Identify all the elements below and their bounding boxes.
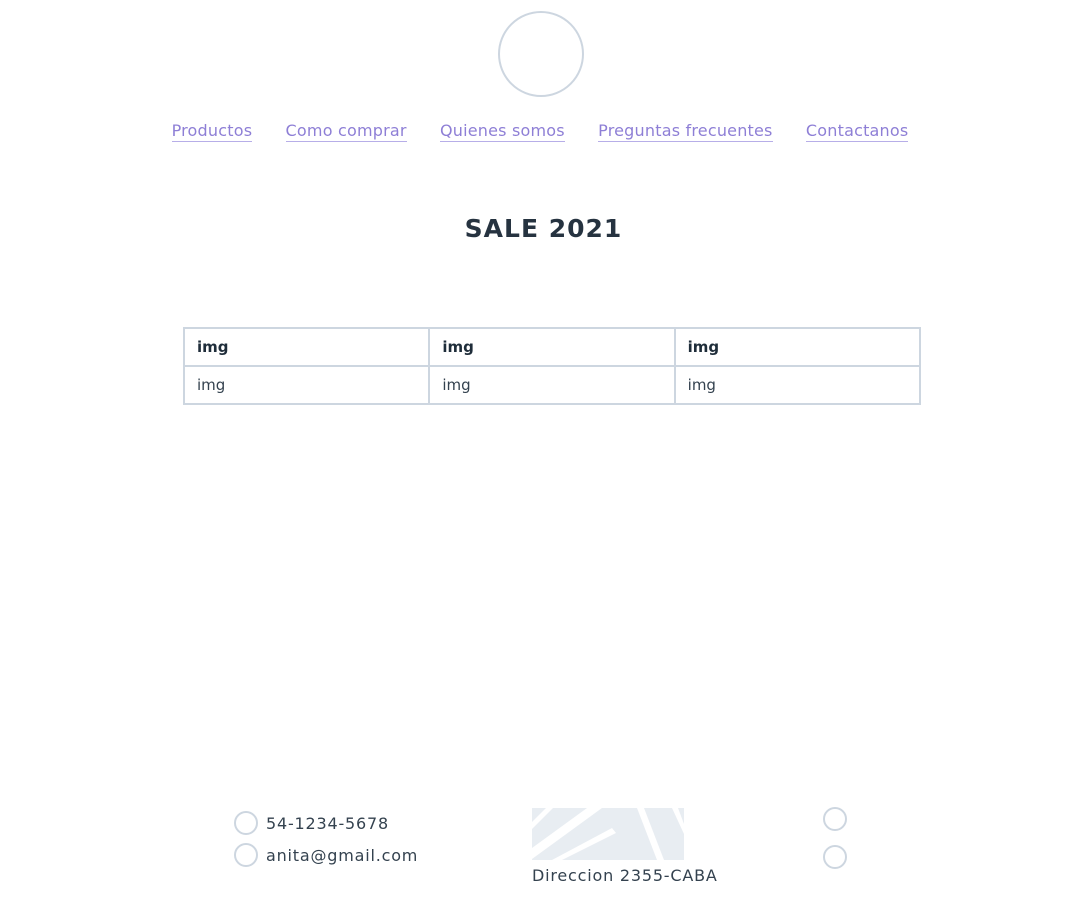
table-header-cell: img	[673, 327, 922, 367]
location-block: Direccion 2355-CABA	[532, 808, 718, 885]
social-icon[interactable]	[823, 807, 847, 831]
social-links	[823, 807, 847, 883]
table-header-row: img img img	[182, 327, 922, 367]
nav-link-productos[interactable]: Productos	[171, 121, 253, 142]
nav-link-preguntas-frecuentes[interactable]: Preguntas frecuentes	[598, 121, 773, 142]
products-table: img img img img img img	[182, 327, 922, 405]
email-address[interactable]: anita@gmail.com	[266, 846, 418, 865]
nav-link-contactanos[interactable]: Contactanos	[805, 121, 909, 142]
table-header-cell: img	[428, 327, 676, 367]
address-text: Direccion 2355-CABA	[532, 866, 718, 885]
footer-contacts: 54-1234-5678 anita@gmail.com	[234, 807, 418, 871]
nav-link-quienes-somos[interactable]: Quienes somos	[439, 121, 565, 142]
social-icon[interactable]	[823, 845, 847, 869]
page: Productos Como comprar Quienes somos Pre…	[0, 0, 1080, 924]
table-cell: img	[428, 365, 676, 405]
phone-number[interactable]: 54-1234-5678	[266, 814, 389, 833]
table-header-cell: img	[182, 327, 431, 367]
table-cell: img	[182, 365, 431, 405]
table-row: img img img	[182, 365, 922, 405]
email-contact: anita@gmail.com	[234, 839, 418, 871]
logo-circle-icon[interactable]	[498, 11, 584, 97]
table-cell: img	[673, 365, 922, 405]
map-icon[interactable]	[532, 808, 684, 860]
nav-link-como-comprar[interactable]: Como comprar	[285, 121, 407, 142]
phone-icon	[234, 811, 258, 835]
page-title: SALE 2021	[464, 214, 623, 243]
main-nav: Productos Como comprar Quienes somos Pre…	[0, 121, 1080, 142]
email-icon	[234, 843, 258, 867]
phone-contact: 54-1234-5678	[234, 807, 418, 839]
